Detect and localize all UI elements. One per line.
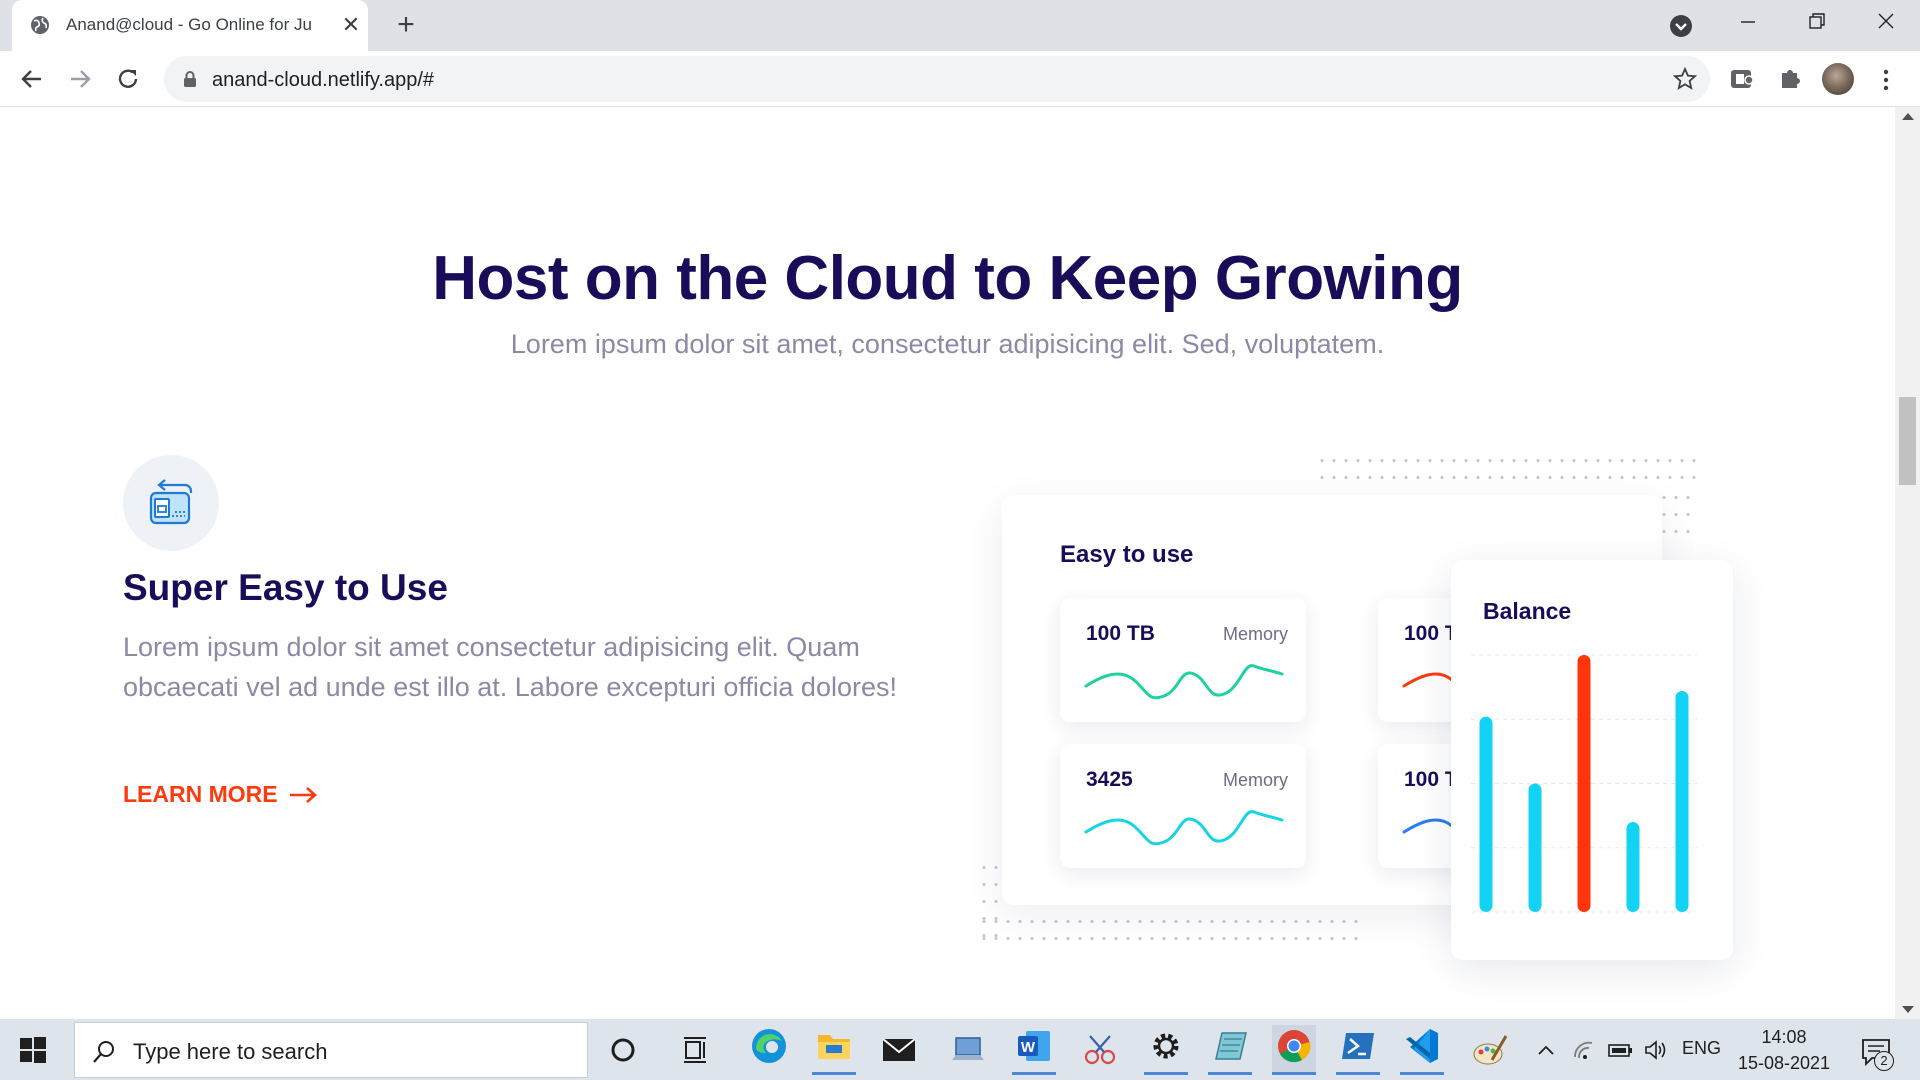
reload-icon[interactable] bbox=[110, 61, 146, 97]
dot-pattern bbox=[1316, 452, 1696, 486]
stat-value: 100 T bbox=[1404, 768, 1458, 791]
stat-label: Memory bbox=[1222, 770, 1288, 790]
learn-more-label: LEARN MORE bbox=[123, 781, 278, 807]
dot-pattern bbox=[978, 913, 1358, 947]
browser-toolbar: anand-cloud.netlify.app/# bbox=[0, 51, 1920, 107]
stat-card: 100 TB Memory bbox=[1060, 598, 1306, 722]
page-scrollbar[interactable] bbox=[1895, 107, 1920, 1019]
search-icon bbox=[93, 1041, 114, 1063]
server-transfer-icon bbox=[149, 479, 193, 525]
extension-icon[interactable] bbox=[1728, 65, 1756, 93]
page-title: Host on the Cloud to Keep Growing bbox=[432, 244, 1463, 313]
settings-icon[interactable] bbox=[1144, 1025, 1188, 1075]
card-title: Easy to use bbox=[1060, 541, 1194, 568]
wave-line bbox=[1084, 810, 1284, 846]
stat-card: 3425 Memory bbox=[1060, 744, 1306, 868]
clock-time[interactable]: 14:08 bbox=[1736, 1027, 1832, 1048]
running-indicator bbox=[1400, 1072, 1444, 1075]
notification-count-badge: 2 bbox=[1874, 1051, 1894, 1071]
mail-icon[interactable] bbox=[879, 1030, 919, 1070]
close-window-icon[interactable] bbox=[1866, 8, 1906, 42]
language-indicator[interactable]: ENG bbox=[1682, 1038, 1721, 1059]
scroll-down-arrow-icon[interactable] bbox=[1902, 1006, 1914, 1013]
globe-icon bbox=[31, 16, 49, 34]
feature-title: Super Easy to Use bbox=[123, 567, 448, 608]
back-arrow-icon[interactable] bbox=[14, 61, 50, 97]
lock-icon[interactable] bbox=[180, 69, 200, 89]
stat-value: 3425 bbox=[1086, 768, 1133, 791]
arrow-right-icon bbox=[289, 786, 317, 803]
notepad-icon[interactable] bbox=[1208, 1025, 1252, 1075]
tab-title: Anand@cloud - Go Online for Ju bbox=[66, 15, 312, 34]
running-indicator bbox=[1208, 1072, 1252, 1075]
stat-value: 100 TB bbox=[1086, 622, 1155, 645]
chrome-icon[interactable] bbox=[1272, 1025, 1316, 1075]
page-viewport: Host on the Cloud to Keep Growing Lorem … bbox=[0, 107, 1895, 1019]
wave-line bbox=[1084, 664, 1284, 700]
star-icon[interactable] bbox=[1672, 66, 1698, 92]
url-text[interactable]: anand-cloud.netlify.app/# bbox=[212, 69, 434, 92]
laptop-icon[interactable] bbox=[948, 1030, 988, 1070]
windows-start-icon[interactable] bbox=[18, 1035, 48, 1065]
learn-more-link[interactable]: LEARN MORE bbox=[123, 781, 318, 808]
chart-bar bbox=[1479, 716, 1493, 912]
minimize-icon[interactable] bbox=[1728, 8, 1768, 42]
edge-icon[interactable] bbox=[748, 1025, 790, 1075]
running-indicator bbox=[812, 1072, 856, 1075]
chart-bar bbox=[1528, 783, 1542, 912]
puzzle-icon[interactable] bbox=[1776, 65, 1804, 93]
feature-icon-badge bbox=[123, 455, 219, 551]
close-icon[interactable]: ✕ bbox=[338, 12, 364, 38]
balance-card: Balance bbox=[1451, 560, 1733, 960]
more-vert-icon[interactable] bbox=[1876, 67, 1896, 93]
plus-icon[interactable]: + bbox=[390, 10, 422, 42]
snipping-icon[interactable] bbox=[1080, 1030, 1120, 1070]
taskbar-search[interactable]: Type here to search bbox=[74, 1022, 588, 1078]
address-bar[interactable]: anand-cloud.netlify.app/# bbox=[164, 56, 1710, 102]
stat-label: Memory bbox=[1222, 624, 1288, 644]
scroll-up-arrow-icon[interactable] bbox=[1902, 113, 1914, 120]
chart-bar bbox=[1626, 822, 1640, 912]
page-subtitle: Lorem ipsum dolor sit amet, consectetur … bbox=[510, 329, 1385, 359]
running-indicator bbox=[1144, 1072, 1188, 1075]
running-indicator bbox=[1336, 1072, 1380, 1075]
svg-text:W: W bbox=[1021, 1039, 1036, 1056]
tab-strip: Anand@cloud - Go Online for Ju ✕ + bbox=[0, 0, 1920, 51]
browser-tab[interactable]: Anand@cloud - Go Online for Ju ✕ bbox=[12, 0, 368, 51]
stat-value: 100 T bbox=[1404, 622, 1458, 645]
restore-icon[interactable] bbox=[1796, 8, 1836, 42]
task-view-icon[interactable] bbox=[676, 1030, 716, 1070]
feature-description: Lorem ipsum dolor sit amet consectetur a… bbox=[123, 632, 897, 702]
running-indicator bbox=[1012, 1072, 1056, 1075]
avatar[interactable] bbox=[1822, 63, 1854, 95]
word-icon[interactable]: W bbox=[1012, 1025, 1056, 1075]
chevron-up-icon[interactable] bbox=[1535, 1039, 1557, 1061]
file-explorer-icon[interactable] bbox=[812, 1025, 856, 1075]
chart-bar bbox=[1577, 655, 1591, 912]
tab-search-icon[interactable] bbox=[1668, 13, 1694, 39]
volume-icon[interactable] bbox=[1642, 1037, 1670, 1063]
search-placeholder: Type here to search bbox=[133, 1039, 328, 1064]
chart-bar bbox=[1675, 690, 1689, 912]
vscode-icon[interactable] bbox=[1400, 1025, 1444, 1075]
paint-icon[interactable] bbox=[1470, 1030, 1510, 1070]
scroll-thumb[interactable] bbox=[1899, 397, 1916, 485]
powershell-icon[interactable] bbox=[1336, 1025, 1380, 1075]
running-indicator bbox=[1272, 1072, 1316, 1075]
dot-pattern bbox=[1658, 489, 1696, 539]
taskbar: Type here to search W ENG 14:08 15-08-20… bbox=[0, 1019, 1920, 1080]
cortana-icon[interactable] bbox=[603, 1030, 643, 1070]
balance-bar-chart bbox=[1471, 654, 1697, 913]
wifi-icon[interactable] bbox=[1572, 1037, 1598, 1063]
battery-icon[interactable] bbox=[1606, 1037, 1634, 1063]
forward-arrow-icon[interactable] bbox=[62, 61, 98, 97]
clock-date[interactable]: 15-08-2021 bbox=[1736, 1053, 1832, 1074]
